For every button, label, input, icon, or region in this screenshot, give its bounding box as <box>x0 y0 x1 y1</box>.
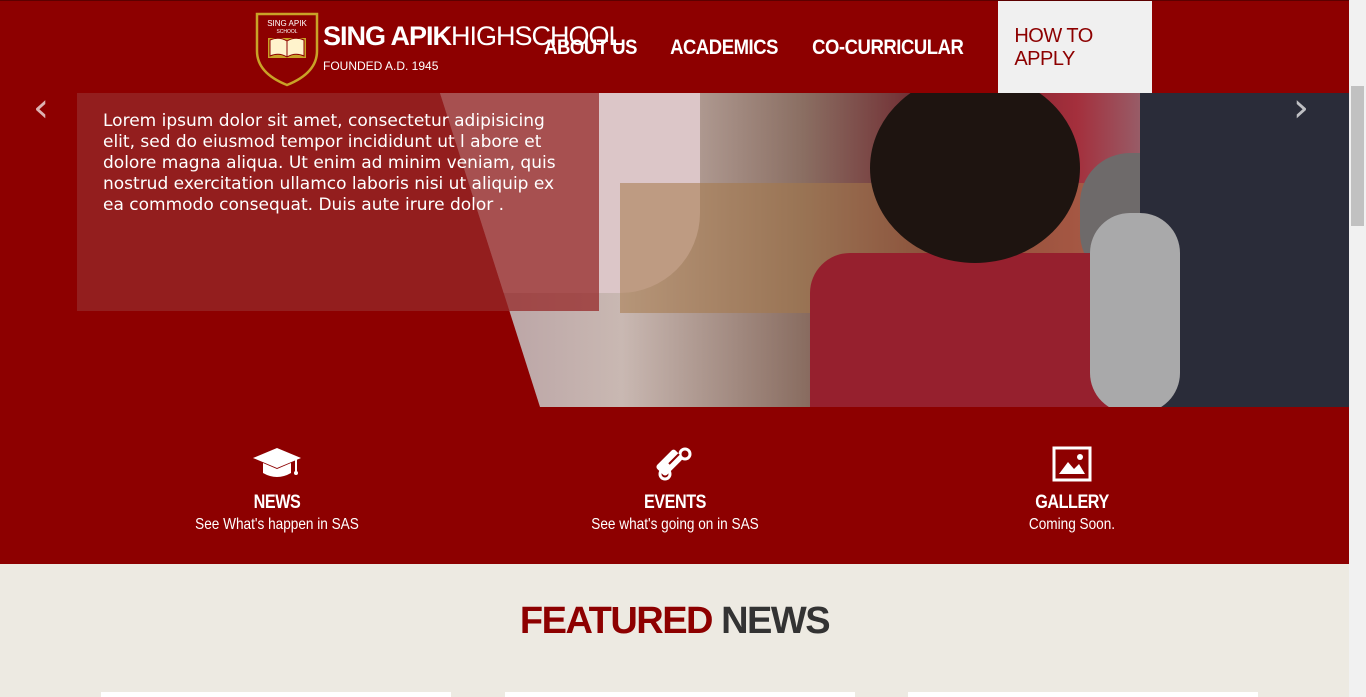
nav-item-about-us[interactable]: ABOUT US <box>530 1 651 94</box>
school-crest-icon: SING APIK SCHOOL <box>254 11 320 87</box>
nav-item-how-to-apply[interactable]: HOW TO APPLY <box>998 1 1153 94</box>
feature-gallery[interactable]: GALLERY Coming Soon. <box>942 444 1202 534</box>
crest-small-text: SCHOOL <box>276 29 298 35</box>
news-card[interactable] <box>505 692 855 697</box>
main-nav: ABOUT US ACADEMICS CO-CURRICULAR HOW TO … <box>530 1 1153 94</box>
feature-strip: NEWS See What's happen in SAS EVENTS See… <box>0 407 1349 564</box>
diploma-scroll-icon <box>545 444 805 484</box>
page-scrollbar[interactable] <box>1349 0 1366 697</box>
slider-next-icon[interactable]: › <box>1293 88 1309 128</box>
feature-news-title: NEWS <box>253 492 301 513</box>
hero-caption-text: Lorem ipsum dolor sit amet, consectetur … <box>103 111 556 215</box>
site-header: SING APIK SCHOOL SING APIKHIGHSCHOOL FOU… <box>0 0 1349 94</box>
feature-gallery-title: GALLERY <box>1035 492 1109 513</box>
crest-top-text: SING APIK <box>267 19 307 28</box>
news-card[interactable] <box>908 692 1258 697</box>
scrollbar-thumb[interactable] <box>1351 86 1364 226</box>
feature-gallery-subtitle: Coming Soon. <box>1028 516 1116 533</box>
graduation-cap-icon <box>147 444 407 484</box>
nav-item-academics[interactable]: ACADEMICS <box>656 1 792 94</box>
nav-item-co-curricular[interactable]: CO-CURRICULAR <box>798 1 978 94</box>
featured-heading-accent: FEATURED <box>519 600 714 642</box>
hero-slider: Lorem ipsum dolor sit amet, consectetur … <box>0 93 1349 407</box>
feature-events-subtitle: See what's going on in SAS <box>591 516 759 533</box>
slider-prev-icon[interactable]: ‹ <box>33 88 49 128</box>
feature-news[interactable]: NEWS See What's happen in SAS <box>147 444 407 534</box>
feature-news-subtitle: See What's happen in SAS <box>195 516 359 533</box>
hero-caption-box: Lorem ipsum dolor sit amet, consectetur … <box>77 93 599 311</box>
school-name-bold: SING APIK <box>323 21 452 51</box>
featured-heading-rest: NEWS <box>721 600 831 642</box>
featured-news-section: FEATURED NEWS <box>0 564 1349 697</box>
featured-news-heading: FEATURED NEWS <box>0 600 1349 643</box>
feature-events[interactable]: EVENTS See what's going on in SAS <box>545 444 805 534</box>
feature-events-title: EVENTS <box>643 492 707 513</box>
news-card[interactable] <box>101 692 451 697</box>
picture-icon <box>942 444 1202 484</box>
